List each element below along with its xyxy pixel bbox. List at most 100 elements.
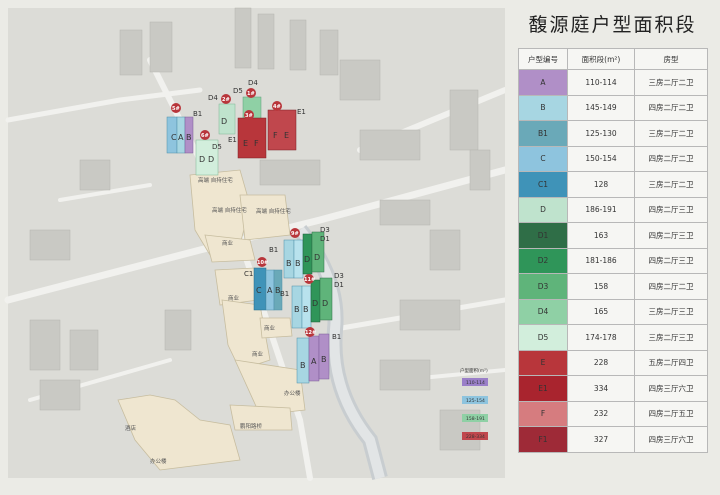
svg-text:D3: D3 (320, 226, 330, 234)
legend-title: 户型面积(m²) (460, 367, 488, 374)
label-biz2: 商业 (228, 294, 240, 302)
label-office1: 办公楼 (284, 389, 301, 397)
site-map: 高端 自持住宅 高端 自持住宅 高端 自持住宅 商业 商业 商业 商业 办公楼 … (0, 0, 509, 491)
header-area: 面积段(m²) (567, 48, 635, 70)
label-hotel: 酒店 (125, 424, 137, 432)
table-row: B1 125-130 三房二厅二卫 (518, 120, 708, 147)
cell-area: 110-114 (567, 69, 635, 96)
svg-text:E1: E1 (228, 136, 237, 144)
svg-text:D: D (314, 253, 320, 262)
svg-text:E: E (243, 139, 248, 148)
cell-area: 145-149 (567, 94, 635, 121)
label-res1: 高端 自持住宅 (198, 176, 233, 184)
table-header-row: 户型编号 面积段(m²) 房型 (518, 48, 708, 70)
cell-layout: 四房二厅三卫 (634, 196, 708, 223)
cell-area: 174-178 (567, 324, 635, 351)
label-res2: 高端 自持住宅 (212, 206, 247, 214)
svg-text:F: F (254, 139, 259, 148)
svg-text:A: A (311, 357, 317, 366)
cell-layout: 三房二厅三卫 (634, 324, 708, 351)
cell-layout: 四房二厅二卫 (634, 145, 708, 172)
cell-area: 150-154 (567, 145, 635, 172)
svg-text:2#: 2# (222, 97, 230, 103)
svg-text:D4: D4 (248, 79, 258, 87)
cell-area: 181-186 (567, 247, 635, 274)
cell-layout: 四房二厅三卫 (634, 222, 708, 249)
table-row: C 150-154 四房二厅二卫 (518, 145, 708, 172)
svg-text:D1: D1 (320, 235, 330, 243)
cell-layout: 四房二厅三卫 (634, 247, 708, 274)
svg-text:D: D (199, 155, 205, 164)
label-res3: 高端 自持住宅 (256, 207, 291, 215)
cell-code: D (518, 196, 568, 223)
cell-code: C (518, 145, 568, 172)
svg-text:B: B (303, 305, 309, 314)
svg-text:B: B (286, 259, 292, 268)
svg-text:A: A (267, 286, 273, 295)
cell-code: B1 (518, 120, 568, 147)
cell-layout: 四房三厅六卫 (634, 375, 708, 402)
label-office2: 办公楼 (150, 457, 167, 465)
page-title: 馥源庭户型面积段 (528, 14, 697, 36)
tower-12: BAB (296, 333, 330, 384)
svg-text:D1: D1 (334, 281, 344, 289)
header-code: 户型编号 (518, 48, 568, 70)
tower-5: CAB (166, 116, 194, 154)
cell-layout: 三房二厅二卫 (634, 171, 708, 198)
unit-table: 户型编号 面积段(m²) 房型 A 110-114 三房二厅二卫 B 145-149 四房… (518, 48, 708, 453)
legend-label-1: 125-154 (466, 398, 485, 404)
svg-text:3#: 3# (245, 113, 253, 119)
cell-layout: 四房二厅二卫 (634, 94, 708, 121)
cell-layout: 四房三厅六卫 (634, 426, 708, 453)
svg-text:B1: B1 (332, 333, 341, 341)
table-row: D4 165 三房二厅三卫 (518, 298, 708, 325)
tower-10: CAB (253, 267, 283, 311)
cell-code: D2 (518, 247, 568, 274)
legend-label-3: 228-334 (466, 434, 485, 440)
cell-code: D5 (518, 324, 568, 351)
cell-code: C1 (518, 171, 568, 198)
svg-text:D5: D5 (212, 143, 222, 151)
label-biz3: 商业 (264, 324, 276, 332)
svg-text:C1: C1 (244, 270, 253, 278)
svg-text:B: B (186, 133, 192, 142)
cell-layout: 三房二厅二卫 (634, 120, 708, 147)
site-map-svg: 高端 自持住宅 高端 自持住宅 高端 自持住宅 商业 商业 商业 商业 办公楼 … (4, 7, 509, 481)
svg-text:A: A (178, 133, 184, 142)
cell-code: D4 (518, 298, 568, 325)
table-row: A 110-114 三房二厅二卫 (518, 69, 708, 96)
svg-text:11#: 11# (304, 277, 315, 283)
cell-area: 232 (567, 400, 635, 427)
table-row: E 228 五房二厅四卫 (518, 349, 708, 376)
cell-layout: 三房二厅二卫 (634, 69, 708, 96)
svg-text:D: D (221, 117, 227, 126)
svg-text:D: D (312, 299, 318, 308)
svg-text:F: F (273, 131, 278, 140)
cell-area: 334 (567, 375, 635, 402)
header-layout: 房型 (634, 48, 708, 70)
svg-text:B: B (321, 355, 327, 364)
label-biz4: 商业 (252, 350, 264, 358)
legend-label-0: 110-114 (466, 380, 485, 386)
cell-layout: 五房二厅四卫 (634, 349, 708, 376)
label-biz1: 商业 (222, 239, 234, 247)
cell-code: D3 (518, 273, 568, 300)
svg-text:B: B (300, 361, 306, 370)
svg-text:6#: 6# (201, 133, 209, 139)
cell-layout: 三房二厅三卫 (634, 298, 708, 325)
svg-text:5#: 5# (172, 106, 180, 112)
table-row: F1 327 四房三厅六卫 (518, 426, 708, 453)
tower-4: FE (267, 109, 297, 151)
label-street: 鹏阳路桥 (240, 422, 263, 430)
svg-text:D5: D5 (233, 87, 243, 95)
cell-area: 165 (567, 298, 635, 325)
table-row: C1 128 三房二厅二卫 (518, 171, 708, 198)
table-row: B 145-149 四房二厅二卫 (518, 94, 708, 121)
svg-text:B: B (295, 259, 301, 268)
cell-layout: 四房二厅二卫 (634, 273, 708, 300)
svg-text:C: C (256, 286, 262, 295)
legend-label-2: 158-191 (466, 416, 485, 422)
svg-text:D: D (322, 299, 328, 308)
svg-text:B: B (294, 305, 300, 314)
svg-text:E: E (284, 131, 289, 140)
